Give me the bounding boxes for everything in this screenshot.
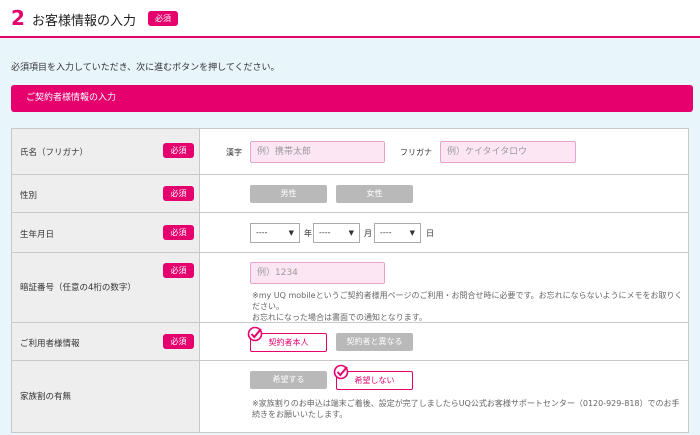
year-unit: 年 [304,229,312,238]
pin-value-cell: 例）1234 ※my UQ mobileというご契約者様用ページのご利用・お問合… [200,253,689,322]
user-info-value-cell: 契約者本人 契約者と異なる [200,323,689,360]
user-info-label: ご利用者様情報 [20,339,80,349]
contract-holder-label: 契約者本人 [268,338,309,347]
family-discount-yes-button[interactable]: 希望する [250,371,327,389]
gender-label: 性別 [20,191,38,201]
required-badge: 必須 [148,11,178,26]
family-discount-no-label: 希望しない [354,376,395,385]
pin-note-line2: お忘れになった場合は書面での通知となります。 [252,313,427,322]
instruction-text: 必須項目を入力していただき、次に進むボタンを押してください。 [11,63,280,73]
month-select-value: ---- [319,228,331,237]
family-discount-note: ※家族割りのお申込は端末ご着後、設定が完了しましたらUQ公式お客様サポートセンタ… [252,399,680,419]
year-select[interactable]: ---- ▼ [250,223,300,243]
pin-label: 暗証番号（任意の4桁の数字） [20,283,136,293]
month-select[interactable]: ---- ▼ [313,223,360,243]
triangle-down-icon: ▼ [409,229,415,237]
kana-label: フリガナ [400,148,432,157]
family-discount-label-cell: 家族割の有無 [11,361,200,432]
name-value-cell: 漢字 例）携帯太郎 フリガナ 例）ケイタイタロウ [200,129,689,174]
day-unit: 日 [426,229,434,238]
gender-row: 性別 必須 男性 女性 [11,175,689,213]
birthdate-label: 生年月日 [20,230,55,240]
family-discount-row: 家族割の有無 希望する 希望しない ※家族割りのお申込は端末ご着後、設定が完了し… [11,361,689,433]
pin-row: 暗証番号（任意の4桁の数字） 必須 例）1234 ※my UQ mobileとい… [11,253,689,323]
month-unit: 月 [364,229,372,238]
male-button[interactable]: 男性 [250,185,327,203]
step-number: 2 [11,6,25,30]
triangle-down-icon: ▼ [288,229,294,237]
pin-input[interactable]: 例）1234 [250,262,385,284]
required-badge: 必須 [163,263,194,278]
family-discount-value-cell: 希望する 希望しない ※家族割りのお申込は端末ご着後、設定が完了しましたらUQ公… [200,361,689,432]
user-info-row: ご利用者様情報 必須 契約者本人 契約者と異なる [11,323,689,361]
kana-name-input[interactable]: 例）ケイタイタロウ [440,141,576,163]
name-label-cell: 氏名（フリガナ） 必須 [11,129,200,174]
birthdate-value-cell: ---- ▼ 年 ---- ▼ 月 ---- ▼ 日 [200,213,689,252]
required-badge: 必須 [163,143,194,158]
female-button[interactable]: 女性 [336,185,413,203]
family-discount-no-button[interactable]: 希望しない [333,364,413,390]
gender-label-cell: 性別 必須 [11,175,200,212]
birthdate-row: 生年月日 必須 ---- ▼ 年 ---- ▼ 月 ---- ▼ 日 [11,213,689,253]
section-header: ご契約者様情報の入力 [11,85,693,112]
triangle-down-icon: ▼ [348,229,354,237]
checkmark-circle-icon [333,364,349,380]
day-select[interactable]: ---- ▼ [374,223,421,243]
year-select-value: ---- [256,228,268,237]
name-label: 氏名（フリガナ） [20,148,89,158]
pin-label-cell: 暗証番号（任意の4桁の数字） 必須 [11,253,200,322]
pin-note: ※my UQ mobileというご契約者様用ページのご利用・お問合せ時に必要です… [252,290,687,323]
step-header: 2 お客様情報の入力 必須 [0,0,700,38]
contract-form: 氏名（フリガナ） 必須 漢字 例）携帯太郎 フリガナ 例）ケイタイタロウ 性別 … [11,128,689,433]
required-badge: 必須 [163,334,194,349]
day-select-value: ---- [380,228,392,237]
pin-note-line1: ※my UQ mobileというご契約者様用ページのご利用・お問合せ時に必要です… [252,291,683,311]
checkmark-circle-icon [247,326,263,342]
birthdate-label-cell: 生年月日 必須 [11,213,200,252]
contract-holder-button[interactable]: 契約者本人 [247,326,327,352]
step-title: お客様情報の入力 [32,14,137,29]
required-badge: 必須 [163,186,194,201]
name-row: 氏名（フリガナ） 必須 漢字 例）携帯太郎 フリガナ 例）ケイタイタロウ [11,129,689,175]
family-discount-label: 家族割の有無 [20,392,72,402]
kanji-name-input[interactable]: 例）携帯太郎 [250,141,385,163]
required-badge: 必須 [163,225,194,240]
kanji-label: 漢字 [226,148,242,157]
different-user-button[interactable]: 契約者と異なる [336,333,413,351]
user-info-label-cell: ご利用者様情報 必須 [11,323,200,360]
gender-value-cell: 男性 女性 [200,175,689,212]
